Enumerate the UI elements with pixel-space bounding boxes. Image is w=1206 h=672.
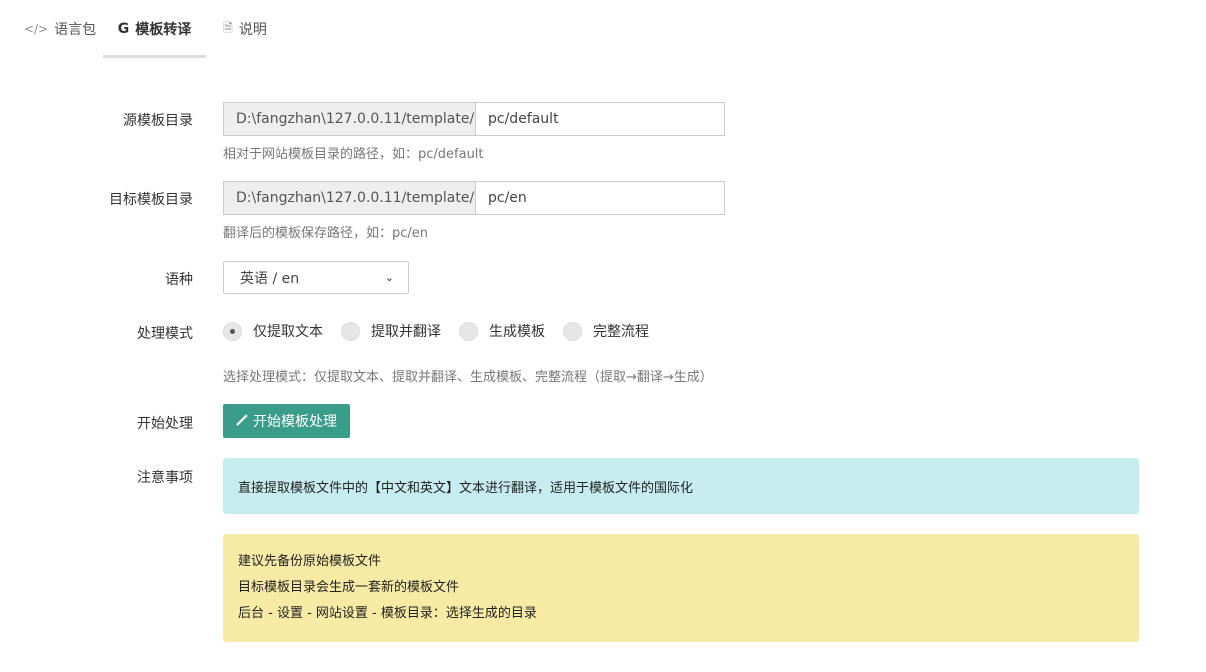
warning-line: 建议先备份原始模板文件 [238, 554, 382, 569]
warning-alert: 建议先备份原始模板文件 目标模板目录会生成一套新的模板文件 后台 - 设置 - … [223, 534, 1139, 642]
mode-radio-group: 仅提取文本 提取并翻译 生成模板 完整流程 [223, 320, 667, 342]
start-process-button-label: 开始模板处理 [253, 414, 337, 430]
radio-unchecked-icon [459, 321, 478, 341]
mode-radio-extract-only[interactable]: 仅提取文本 [223, 321, 323, 341]
file-icon: 🗎 [223, 20, 233, 35]
radio-label: 仅提取文本 [253, 324, 323, 340]
radio-unchecked-icon [563, 321, 582, 341]
tab-readme[interactable]: 🗎 说明 [214, 0, 276, 58]
source-dir-help: 相对于网站模板目录的路径，如：pc/default [223, 147, 484, 162]
mode-label: 处理模式 [137, 326, 193, 342]
mode-help: 选择处理模式：仅提取文本、提取并翻译、生成模板、完整流程（提取→翻译→生成） [223, 370, 713, 385]
target-dir-help: 翻译后的模板保存路径，如：pc/en [223, 226, 429, 241]
mode-radio-full[interactable]: 完整流程 [563, 321, 649, 341]
language-label: 语种 [165, 272, 193, 288]
code-icon: </> [23, 22, 49, 36]
radio-label: 提取并翻译 [371, 324, 441, 340]
info-alert-text: 直接提取模板文件中的【中文和英文】文本进行翻译，适用于模板文件的国际化 [238, 480, 694, 496]
tab-bar: </> 语言包 G 模板转译 🗎 说明 [0, 0, 1206, 58]
target-dir-input-group: D:\fangzhan\127.0.0.11/template/ [223, 181, 725, 215]
radio-checked-icon [223, 321, 242, 341]
radio-unchecked-icon [341, 321, 360, 341]
tab-label: 说明 [238, 22, 267, 38]
radio-label: 完整流程 [593, 324, 649, 340]
tab-label: 语言包 [54, 22, 97, 38]
tab-label: 模板转译 [135, 22, 192, 38]
active-tab-indicator [103, 55, 206, 58]
notes-label: 注意事项 [137, 470, 193, 486]
tab-language-pack[interactable]: </> 语言包 [20, 0, 100, 58]
start-process-button[interactable]: 开始模板处理 [223, 404, 350, 438]
google-icon: G [117, 21, 130, 37]
target-dir-input[interactable] [476, 182, 724, 214]
radio-label: 生成模板 [489, 324, 545, 340]
source-dir-prefix: D:\fangzhan\127.0.0.11/template/ [224, 103, 476, 135]
language-selected-value: 英语 / en [240, 270, 300, 287]
source-dir-label: 源模板目录 [123, 113, 193, 129]
mode-radio-generate[interactable]: 生成模板 [459, 321, 545, 341]
warning-line: 目标模板目录会生成一套新的模板文件 [238, 580, 460, 595]
target-dir-label: 目标模板目录 [109, 192, 193, 208]
source-dir-input-group: D:\fangzhan\127.0.0.11/template/ [223, 102, 725, 136]
target-dir-prefix: D:\fangzhan\127.0.0.11/template/ [224, 182, 476, 214]
mode-radio-extract-translate[interactable]: 提取并翻译 [341, 321, 441, 341]
warning-line: 后台 - 设置 - 网站设置 - 模板目录：选择生成的目录 [238, 606, 537, 621]
language-select[interactable]: 英语 / en ⌄ [223, 261, 409, 294]
chevron-down-icon: ⌄ [384, 271, 394, 284]
tab-template-translate[interactable]: G 模板转译 [103, 0, 206, 58]
info-alert: 直接提取模板文件中的【中文和英文】文本进行翻译，适用于模板文件的国际化 [223, 458, 1139, 514]
start-label: 开始处理 [137, 416, 193, 432]
source-dir-input[interactable] [476, 103, 724, 135]
magic-wand-icon [236, 413, 249, 430]
